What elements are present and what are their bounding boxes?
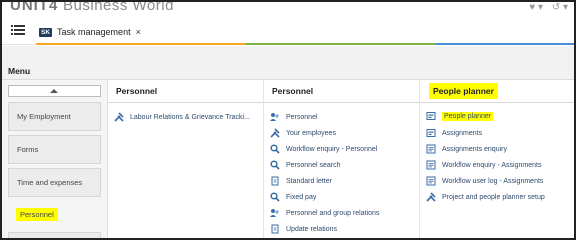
- menu-item-label: Assignments: [442, 129, 483, 137]
- search-icon: [270, 144, 280, 154]
- document-icon: [270, 176, 280, 186]
- tab-badge: SK: [39, 27, 53, 37]
- menu-item-label: Standard letter: [286, 177, 332, 185]
- menu-item-standard-letter[interactable]: Standard letter: [270, 175, 332, 187]
- menu-item-label: Assignments enquiry: [442, 145, 507, 153]
- people-icon: [270, 112, 280, 122]
- menu-item-label: Workflow enquiry - Assignments: [442, 161, 542, 169]
- document-icon: [270, 224, 280, 234]
- menu-item-personnel-and-group-relations[interactable]: Personnel and group relations: [270, 207, 379, 219]
- close-tab-icon[interactable]: ×: [136, 27, 141, 37]
- planner-icon: [426, 128, 436, 138]
- menu-item-label: Project and people planner setup: [442, 193, 545, 201]
- tab-task-management[interactable]: SK Task management ×: [39, 22, 141, 42]
- menu-column-personnel-2: Personnel Personnel Your employees Workf…: [264, 80, 420, 238]
- list-icon: [426, 176, 436, 186]
- column-header: People planner: [429, 83, 498, 99]
- menu-item-assignments-enquiry[interactable]: Assignments enquiry: [426, 143, 507, 155]
- accent-line-blue: [436, 43, 574, 45]
- logo: UNIT4 Business World: [10, 0, 174, 14]
- tab-bar: SK Task management ×: [2, 19, 574, 45]
- category-my-employment[interactable]: My Employment: [8, 102, 101, 131]
- tools-icon: [426, 192, 436, 202]
- tab-label: Task management: [57, 27, 131, 37]
- column-divider: [420, 102, 574, 103]
- menu-item-label: Workflow enquiry - Personnel: [286, 145, 378, 153]
- menu-item-label: Workflow user log - Assignments: [442, 177, 544, 185]
- logo-brand: UNIT4: [10, 0, 59, 14]
- accent-line-orange: [146, 43, 246, 45]
- menu-item-label: Update relations: [286, 225, 337, 233]
- menu-item-label: Personnel search: [286, 161, 341, 169]
- category-time-and-expenses[interactable]: Time and expenses: [8, 168, 101, 197]
- menu-item-label: Personnel: [286, 113, 318, 121]
- history-icon[interactable]: ↺ ▾: [552, 2, 568, 13]
- menu-item-label: Your employees: [286, 129, 336, 137]
- menu-item-update-relations[interactable]: Update relations: [270, 223, 337, 235]
- menu-item-assignments[interactable]: Assignments: [426, 127, 482, 139]
- menu-item-personnel-search[interactable]: Personnel search: [270, 159, 340, 171]
- menu-item-workflow-enquiry-personnel[interactable]: Workflow enquiry - Personnel: [270, 143, 377, 155]
- list-icon: [426, 144, 436, 154]
- header-actions: ♥ ▾ ↺ ▾: [523, 2, 568, 13]
- menu-item-label: Personnel and group relations: [286, 209, 380, 217]
- menu-item-project-and-people-planner-setup[interactable]: Project and people planner setup: [426, 191, 545, 203]
- active-tab-indicator: [36, 43, 146, 45]
- app-header: UNIT4 Business World ♥ ▾ ↺ ▾: [2, 2, 574, 19]
- menu-item-your-employees[interactable]: Your employees: [270, 127, 336, 139]
- tools-icon: [270, 128, 280, 138]
- category-label: Personnel: [16, 208, 58, 221]
- app-window: UNIT4 Business World ♥ ▾ ↺ ▾ SK Task man…: [0, 0, 576, 240]
- favorites-icon[interactable]: ♥ ▾: [529, 2, 543, 13]
- logo-product: Business World: [63, 0, 174, 14]
- category-next[interactable]: [8, 232, 101, 238]
- category-personnel[interactable]: Personnel: [8, 200, 101, 229]
- menu-item-label: People planner: [442, 111, 494, 121]
- hamburger-menu-icon[interactable]: [14, 25, 25, 36]
- menu-categories: My Employment Forms Time and expenses Pe…: [2, 80, 108, 238]
- menu-item-personnel[interactable]: Personnel: [270, 111, 318, 123]
- column-divider: [108, 102, 263, 103]
- category-label: My Employment: [17, 112, 71, 121]
- category-forms[interactable]: Forms: [8, 135, 101, 164]
- search-icon: [270, 160, 280, 170]
- menu-title: Menu: [8, 66, 31, 76]
- column-divider: [264, 102, 419, 103]
- search-icon: [270, 192, 280, 202]
- menu-item-label: Fixed pay: [286, 193, 317, 201]
- people-icon: [270, 208, 280, 218]
- scroll-up-button[interactable]: [8, 85, 101, 97]
- tools-icon: [114, 112, 124, 122]
- column-header: Personnel: [272, 86, 314, 96]
- menu-item-workflow-enquiry-assignments[interactable]: Workflow enquiry - Assignments: [426, 159, 541, 171]
- menu-column-people-planner: People planner People planner Assignment…: [420, 80, 574, 238]
- category-label: Time and expenses: [17, 178, 83, 187]
- menu-item-label: Labour Relations & Grievance Tracki...: [130, 113, 250, 121]
- column-header: Personnel: [116, 86, 158, 96]
- menu-column-personnel-1: Personnel Labour Relations & Grievance T…: [108, 80, 264, 238]
- menu-item-workflow-user-log-assignments[interactable]: Workflow user log - Assignments: [426, 175, 543, 187]
- menu-item-fixed-pay[interactable]: Fixed pay: [270, 191, 316, 203]
- category-label: Forms: [17, 145, 39, 154]
- menu-item-labour-relations[interactable]: Labour Relations & Grievance Tracki...: [114, 111, 250, 123]
- menu-header: Menu: [2, 46, 574, 80]
- planner-icon: [426, 111, 436, 121]
- list-icon: [426, 160, 436, 170]
- menu-item-people-planner[interactable]: People planner: [426, 110, 494, 122]
- accent-line-green: [246, 43, 436, 45]
